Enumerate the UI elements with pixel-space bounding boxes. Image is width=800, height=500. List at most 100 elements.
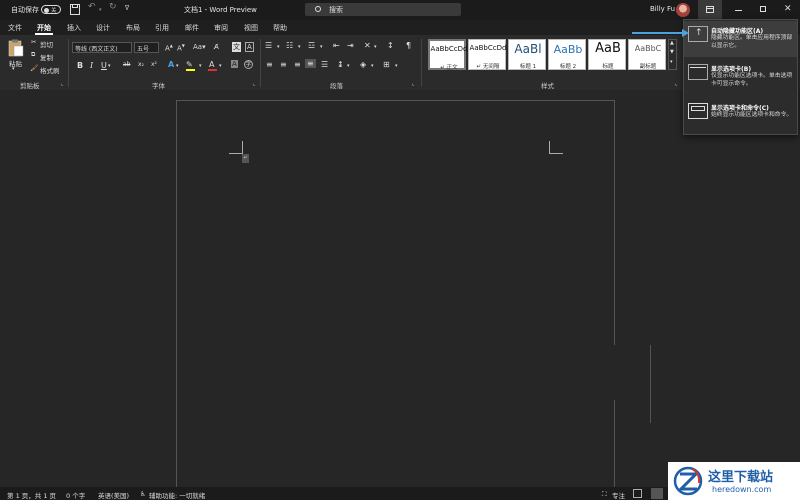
styles-more-icon[interactable]: ▾ bbox=[670, 59, 673, 65]
line-spacing-icon[interactable]: ↨ bbox=[337, 60, 344, 69]
language-status[interactable]: 英语(美国) bbox=[98, 490, 129, 500]
paste-button[interactable] bbox=[8, 39, 24, 57]
font-color-icon[interactable]: A bbox=[209, 60, 214, 69]
multilevel-dropdown-icon[interactable]: ▾ bbox=[320, 44, 323, 50]
tab-help[interactable]: 帮助 bbox=[273, 23, 287, 33]
strikethrough-icon[interactable]: ab bbox=[123, 61, 131, 68]
enclose-characters-icon[interactable]: A bbox=[245, 42, 254, 52]
autosave-toggle[interactable]: 关 bbox=[41, 5, 61, 14]
italic-icon[interactable]: I bbox=[90, 61, 93, 70]
paste-label[interactable]: 粘贴 bbox=[9, 58, 22, 68]
styles-launcher-icon[interactable]: ⌞ bbox=[675, 81, 677, 87]
format-painter-label[interactable]: 格式刷 bbox=[40, 65, 60, 75]
increase-indent-icon[interactable]: ⇥ bbox=[347, 41, 354, 50]
phonetic-guide-icon[interactable]: 文 bbox=[232, 42, 241, 52]
align-right-icon[interactable]: ≡ bbox=[294, 60, 301, 69]
undo-dropdown-icon[interactable]: ▾ bbox=[99, 7, 102, 13]
menu-item-auto-hide-ribbon[interactable]: ↑ 自动隐藏功能区(A) 隐藏功能区。单击应用程序顶部以显示它。 bbox=[684, 21, 797, 57]
save-icon[interactable] bbox=[70, 4, 80, 15]
bullets-dropdown-icon[interactable]: ▾ bbox=[277, 44, 280, 50]
sort-icon[interactable]: ↕ bbox=[387, 41, 394, 50]
numbering-icon[interactable]: ☷ bbox=[286, 41, 293, 50]
customize-quick-access-icon[interactable]: ᐁ bbox=[125, 5, 129, 12]
restore-button[interactable] bbox=[751, 0, 775, 20]
underline-dropdown-icon[interactable]: ▾ bbox=[108, 63, 111, 69]
highlight-icon[interactable]: ✎ bbox=[186, 60, 193, 69]
print-layout-icon[interactable] bbox=[651, 488, 663, 499]
numbering-dropdown-icon[interactable]: ▾ bbox=[298, 44, 301, 50]
cut-icon[interactable]: ✂ bbox=[31, 38, 36, 46]
distributed-icon[interactable]: ☰ bbox=[321, 60, 328, 69]
chinese-layout-icon[interactable]: ✕ bbox=[364, 41, 371, 50]
tab-file[interactable]: 文件 bbox=[8, 23, 22, 33]
read-mode-icon[interactable] bbox=[633, 489, 642, 498]
copy-label[interactable]: 复制 bbox=[40, 52, 53, 62]
tab-mailings[interactable]: 邮件 bbox=[185, 23, 199, 33]
paste-dropdown-icon[interactable]: ▾ bbox=[12, 66, 15, 72]
style-heading-2[interactable]: AaBb 标题 2 bbox=[548, 39, 586, 70]
page-count[interactable]: 第 1 页，共 1 页 bbox=[7, 490, 56, 500]
borders-dropdown-icon[interactable]: ▾ bbox=[395, 63, 398, 69]
page[interactable]: ↵ bbox=[176, 100, 615, 500]
focus-mode[interactable]: 专注 bbox=[612, 490, 625, 500]
font-size-select[interactable]: 五号 bbox=[134, 42, 159, 53]
tab-review[interactable]: 审阅 bbox=[214, 23, 228, 33]
style-title[interactable]: AaB 标题 bbox=[588, 39, 626, 70]
tab-view[interactable]: 视图 bbox=[244, 23, 258, 33]
format-painter-icon[interactable]: 🖌 bbox=[30, 64, 38, 72]
align-center-icon[interactable]: ≡ bbox=[280, 60, 287, 69]
focus-icon[interactable]: ⛶ bbox=[602, 490, 607, 499]
cut-label[interactable]: 剪切 bbox=[40, 39, 53, 49]
tab-references[interactable]: 引用 bbox=[155, 23, 169, 33]
subscript-icon[interactable]: x₂ bbox=[138, 61, 144, 68]
shrink-font-icon[interactable]: A▼ bbox=[177, 43, 185, 52]
clipboard-launcher-icon[interactable]: ⌞ bbox=[61, 81, 63, 87]
tab-insert[interactable]: 插入 bbox=[67, 23, 81, 33]
grow-font-icon[interactable]: A▲ bbox=[165, 43, 173, 52]
accessibility-icon[interactable]: ♿ bbox=[140, 490, 146, 498]
bold-icon[interactable]: B bbox=[77, 61, 83, 70]
user-name[interactable]: Billy Fu bbox=[650, 5, 675, 13]
tab-layout[interactable]: 布局 bbox=[126, 23, 140, 33]
clear-formatting-icon[interactable]: A̸ bbox=[214, 43, 219, 51]
show-marks-icon[interactable]: ¶ bbox=[406, 41, 411, 50]
highlight-dropdown-icon[interactable]: ▾ bbox=[199, 63, 202, 69]
line-spacing-dropdown-icon[interactable]: ▾ bbox=[347, 63, 350, 69]
accessibility-status[interactable]: 辅助功能: 一切就绪 bbox=[149, 490, 205, 500]
copy-icon[interactable]: ⧉ bbox=[31, 51, 35, 59]
text-effects-dropdown-icon[interactable]: ▾ bbox=[176, 63, 179, 69]
scroll-down-icon[interactable]: ▼ bbox=[670, 49, 674, 55]
decrease-indent-icon[interactable]: ⇤ bbox=[333, 41, 340, 50]
text-effects-icon[interactable]: A bbox=[168, 60, 174, 69]
style-no-spacing[interactable]: AaBbCcDd ↵ 无间隔 bbox=[468, 39, 506, 70]
minimize-button[interactable] bbox=[727, 0, 751, 20]
paragraph-launcher-icon[interactable]: ⌞ bbox=[412, 81, 414, 87]
undo-icon[interactable]: ↶ bbox=[88, 2, 96, 12]
close-button[interactable]: ✕ bbox=[776, 0, 800, 20]
styles-scroll[interactable]: ▲ ▼ ▾ bbox=[668, 39, 677, 70]
align-left-icon[interactable]: ≡ bbox=[266, 60, 273, 69]
style-normal[interactable]: AaBbCcDd ↵ 正文 bbox=[428, 39, 467, 71]
style-heading-1[interactable]: AaBl 标题 1 bbox=[508, 39, 546, 70]
search-box[interactable]: 搜索 bbox=[305, 3, 461, 16]
menu-item-show-tabs-and-commands[interactable]: 显示选项卡和命令(C) 始终显示功能区选项卡和命令。 bbox=[684, 98, 797, 134]
tab-design[interactable]: 设计 bbox=[96, 23, 110, 33]
document-canvas[interactable]: ↵ bbox=[0, 90, 800, 500]
character-shading-icon[interactable]: A bbox=[231, 60, 238, 68]
avatar[interactable] bbox=[676, 3, 690, 17]
superscript-icon[interactable]: x² bbox=[151, 61, 157, 68]
scroll-up-icon[interactable]: ▲ bbox=[670, 40, 674, 46]
enclosed-character-icon[interactable]: 字 bbox=[244, 60, 253, 69]
font-launcher-icon[interactable]: ⌞ bbox=[253, 81, 255, 87]
font-name-select[interactable]: 等线 (西文正文) bbox=[72, 42, 132, 53]
font-color-dropdown-icon[interactable]: ▾ bbox=[219, 63, 222, 69]
shading-icon[interactable]: ◈ bbox=[360, 60, 366, 69]
borders-icon[interactable]: ⊞ bbox=[383, 60, 390, 69]
bullets-icon[interactable]: ☰ bbox=[265, 41, 272, 50]
underline-icon[interactable]: U bbox=[101, 61, 107, 70]
shading-dropdown-icon[interactable]: ▾ bbox=[371, 63, 374, 69]
tab-home[interactable]: 开始 bbox=[37, 23, 51, 33]
justify-icon[interactable]: ≡ bbox=[305, 59, 316, 68]
change-case-icon[interactable]: Aa▾ bbox=[193, 43, 206, 51]
chinese-layout-dropdown-icon[interactable]: ▾ bbox=[374, 44, 377, 50]
